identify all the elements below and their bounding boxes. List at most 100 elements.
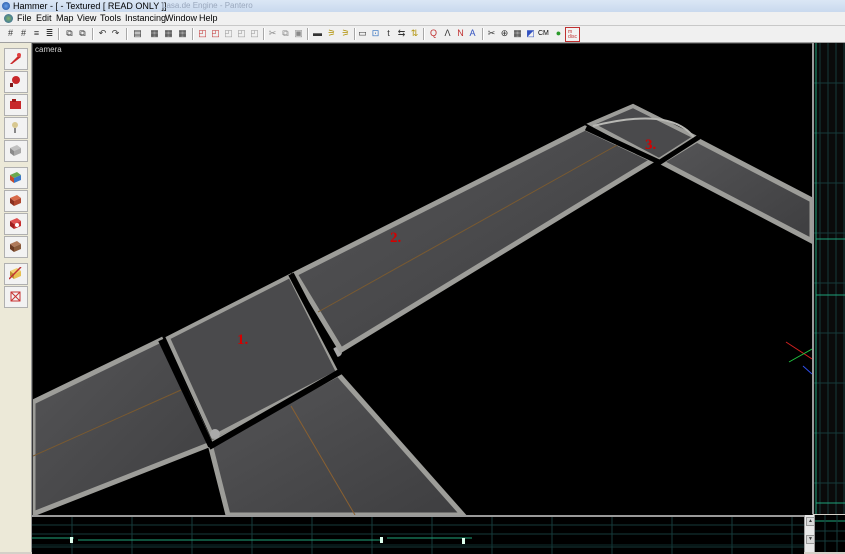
- flat-cube-icon[interactable]: ◰: [209, 27, 222, 40]
- axis-gizmo-z: [802, 365, 812, 375]
- bottom-view-scrollbar[interactable]: ▲ ▼: [804, 515, 815, 552]
- road-segment-2: [291, 125, 659, 354]
- annotation-1: 1.: [237, 332, 249, 348]
- document-icon[interactable]: [4, 14, 13, 23]
- menu-edit[interactable]: Edit: [36, 12, 52, 25]
- target-icon[interactable]: ⊕: [498, 27, 511, 40]
- grid-box-icon[interactable]: ▦: [511, 27, 524, 40]
- top-2d-viewport[interactable]: [812, 43, 845, 514]
- menu-map[interactable]: Map: [56, 12, 74, 25]
- larger-grid-icon[interactable]: ≣: [43, 27, 56, 40]
- clipping-tool-button[interactable]: [4, 263, 28, 285]
- cm-button[interactable]: CM: [538, 27, 549, 40]
- toolbar-lambda-icon[interactable]: Λ: [441, 27, 454, 40]
- vertex-tool-button[interactable]: [4, 286, 28, 308]
- entity-tool-button[interactable]: [4, 117, 28, 139]
- toolbar-separator: [307, 28, 309, 40]
- textured-cube-icon[interactable]: ◰: [222, 27, 235, 40]
- toggle-texture-lock-icon[interactable]: ▬: [311, 27, 324, 40]
- viewport-camera-label: camera: [35, 45, 62, 54]
- toolbar-separator: [482, 28, 484, 40]
- shaded-cube-icon[interactable]: ◰: [248, 27, 261, 40]
- blue-box-icon[interactable]: ◩: [524, 27, 537, 40]
- grid-view: [815, 515, 845, 552]
- magnify-tool-button[interactable]: [4, 71, 28, 93]
- toolbar-red-q-icon[interactable]: Q: [427, 27, 440, 40]
- background-window-title: Lasa.de Engine - Pantero: [162, 1, 253, 10]
- clipping-tool-icon: [9, 267, 22, 280]
- select-by-handles-icon[interactable]: ▭: [356, 27, 369, 40]
- menu-file[interactable]: File: [17, 12, 32, 25]
- smaller-grid-icon[interactable]: ≡: [30, 27, 43, 40]
- toggle-3d-grid-icon[interactable]: #: [17, 27, 30, 40]
- texture-application-tool-icon: [10, 172, 21, 183]
- toggle-grid-icon[interactable]: #: [4, 27, 17, 40]
- wireframe-cube-icon[interactable]: ◰: [196, 27, 209, 40]
- decal-tool-button[interactable]: [4, 213, 28, 235]
- flip-horizontal-icon[interactable]: ⇆: [395, 27, 408, 40]
- cut-icon[interactable]: ✂: [266, 27, 279, 40]
- main-toolbar: # # ≡ ≣ ⧉ ⧉ ↶ ↷ ▤ ▦ ▦ ▦ ◰ ◰ ◰ ◰ ◰ ✂ ⧉ ▣ …: [0, 26, 845, 43]
- green-leaf-icon[interactable]: ●: [552, 27, 565, 40]
- toolbar-blue-a-icon[interactable]: A: [466, 27, 479, 40]
- hide-items-icon[interactable]: ▦: [148, 27, 161, 40]
- menu-instancing[interactable]: Instancing: [125, 12, 166, 25]
- scissors-icon[interactable]: ✂: [485, 27, 498, 40]
- entity-tool-icon: [12, 122, 18, 133]
- carve-icon[interactable]: ⧉: [63, 27, 76, 40]
- texture-lock-icon[interactable]: t: [382, 27, 395, 40]
- redo-icon[interactable]: ↷: [109, 27, 122, 40]
- overlay-tool-button[interactable]: [4, 236, 28, 258]
- menu-help[interactable]: Help: [199, 12, 218, 25]
- toolbar-separator: [263, 28, 265, 40]
- road-scene: [33, 103, 812, 515]
- copy-icon[interactable]: ⧉: [279, 27, 292, 40]
- selection-tool-button[interactable]: [4, 48, 28, 70]
- annotation-2: 2.: [390, 230, 402, 246]
- toolbar-separator: [192, 28, 194, 40]
- toolbar-separator: [58, 28, 60, 40]
- menu-window[interactable]: Window: [165, 12, 197, 25]
- toolbar-separator: [126, 28, 128, 40]
- title-bar: Hammer - [ - Textured [ READ ONLY ]] Las…: [0, 0, 845, 12]
- menu-tools[interactable]: Tools: [100, 12, 121, 25]
- menu-view[interactable]: View: [77, 12, 96, 25]
- toolbar-separator: [423, 28, 425, 40]
- print-icon[interactable]: ▤: [131, 27, 144, 40]
- lightmap-cube-icon[interactable]: ◰: [235, 27, 248, 40]
- red-disc-button[interactable]: m disc: [565, 27, 580, 42]
- decal-tool-icon: [10, 218, 21, 229]
- block-tool-icon: [10, 145, 21, 156]
- zoom-selection-icon[interactable]: ⊡: [369, 27, 382, 40]
- grid-view: [32, 517, 804, 554]
- annotation-3: 3.: [645, 137, 657, 153]
- texture-application-tool-button[interactable]: [4, 167, 28, 189]
- camera-tool-icon: [10, 99, 21, 109]
- group-icon[interactable]: ⧉: [76, 27, 89, 40]
- window-title: Hammer - [ - Textured [ READ ONLY ]]: [13, 1, 167, 11]
- front-2d-viewport[interactable]: [814, 515, 845, 552]
- curb-corner: [210, 429, 220, 439]
- camera-tool-button[interactable]: [4, 94, 28, 116]
- undo-icon[interactable]: ↶: [96, 27, 109, 40]
- road-segment-east: [655, 137, 812, 244]
- apply-current-texture-tool-button[interactable]: [4, 190, 28, 212]
- unhide-items-icon[interactable]: ▦: [162, 27, 175, 40]
- side-2d-viewport[interactable]: [32, 515, 804, 554]
- magnify-tool-icon: [10, 76, 20, 87]
- grid-view: [814, 43, 845, 514]
- hide-unselected-icon[interactable]: ▦: [176, 27, 189, 40]
- camera-viewport[interactable]: camera 1. 2. 3.: [32, 43, 813, 516]
- paste-icon[interactable]: ▣: [292, 27, 305, 40]
- block-tool-button[interactable]: [4, 140, 28, 162]
- vertex-tool-icon: [10, 291, 21, 302]
- toggle-helpers-icon[interactable]: ⚞: [325, 27, 338, 40]
- overlay-tool-icon: [10, 241, 21, 252]
- apply-texture-icon: [10, 195, 21, 206]
- menu-bar: File Edit Map View Tools Instancing Wind…: [0, 12, 845, 26]
- hammer-app-icon: [2, 2, 10, 10]
- flip-vertical-icon[interactable]: ⇅: [408, 27, 421, 40]
- tools-palette: [0, 43, 32, 552]
- selection-tool-icon: [10, 53, 21, 64]
- toggle-models-icon[interactable]: ⚞: [339, 27, 352, 40]
